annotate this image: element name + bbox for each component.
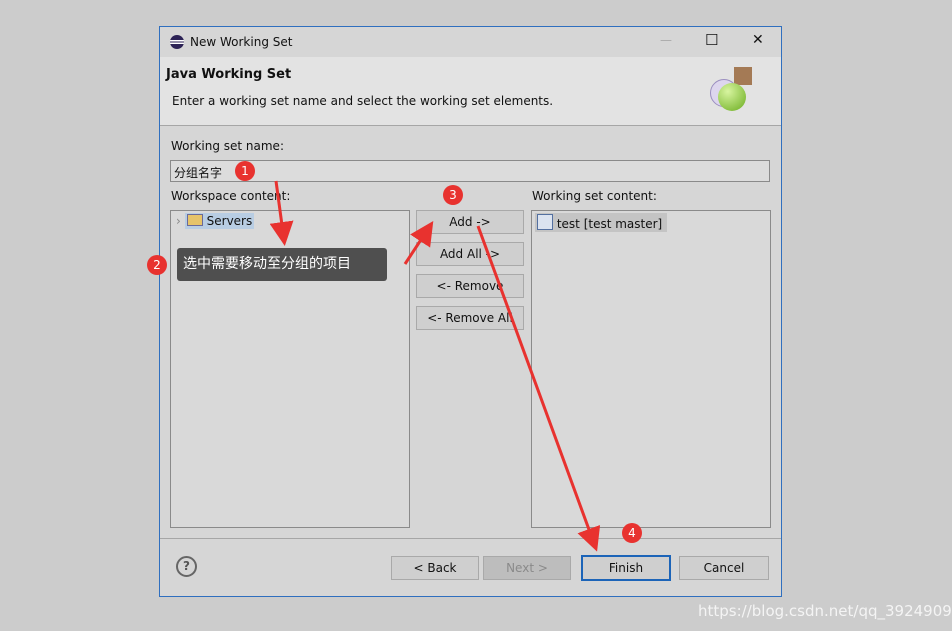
annotation-badge-4: 4: [622, 523, 642, 543]
annotation-badge-2: 2: [147, 255, 167, 275]
arrow-1: [269, 180, 294, 246]
annotation-badge-3: 3: [443, 185, 463, 205]
annotation-badge-1: 1: [235, 161, 255, 181]
arrow-2: [403, 220, 434, 265]
watermark: https://blog.csdn.net/qq_39249094: [698, 602, 952, 620]
annotation-arrows: [269, 180, 601, 552]
arrow-3: [476, 225, 601, 552]
